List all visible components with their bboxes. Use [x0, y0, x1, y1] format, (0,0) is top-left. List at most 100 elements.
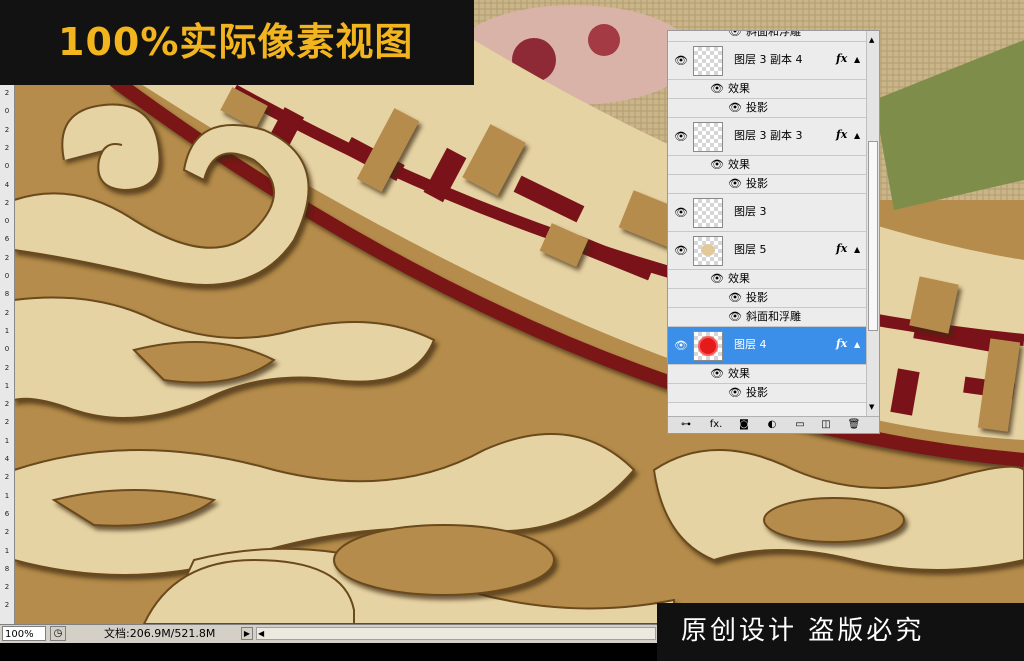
ruler-tick-label: 0	[4, 107, 10, 116]
fx-icon[interactable]: fx	[836, 52, 847, 66]
ruler-tick-label: 4	[4, 455, 10, 463]
ruler-tick-label: 2	[4, 198, 10, 207]
layer-name[interactable]: 图层 4	[734, 338, 767, 352]
effect-label: 效果	[728, 82, 750, 95]
visibility-eye-icon[interactable]: 👁	[728, 31, 742, 39]
visibility-eye-icon[interactable]: 👁	[674, 206, 688, 220]
zoom-level-field[interactable]: 100%	[2, 626, 46, 641]
fx-icon[interactable]: fx	[836, 242, 847, 256]
layer-thumbnail[interactable]	[693, 198, 723, 228]
layer-name[interactable]: 图层 5	[734, 243, 767, 257]
ruler-tick-label: 2	[4, 253, 10, 262]
effect-row[interactable]: 👁 投影	[668, 289, 866, 308]
effects-row[interactable]: 👁 效果	[668, 80, 866, 99]
layers-panel[interactable]: 👁 斜面和浮雕 👁 图层 3 副本 4 fx ▲ 👁 效果 👁 投影 👁 图层 3 副本 3 fx ▲ 👁 效…	[667, 30, 880, 434]
group-folder-icon[interactable]: ▭	[792, 418, 808, 432]
visibility-eye-icon[interactable]: 👁	[710, 367, 724, 381]
ruler-tick-label: 2	[4, 583, 10, 592]
scroll-up-arrow-icon[interactable]: ▲	[869, 33, 874, 47]
effects-row[interactable]: 👁 效果	[668, 365, 866, 384]
status-bar: 100% ◷ 文档:206.9M/521.8M ▶ ◀	[0, 624, 657, 643]
layers-panel-footer: ⊶ fx. ◙ ◐ ▭ ◫ 🗑	[668, 416, 879, 433]
layer-thumbnail[interactable]	[693, 331, 723, 361]
effect-label: 投影	[746, 177, 768, 190]
visibility-eye-icon[interactable]: 👁	[674, 244, 688, 258]
horizontal-scrollbar[interactable]	[256, 627, 656, 640]
visibility-eye-icon[interactable]: 👁	[674, 54, 688, 68]
link-icon[interactable]: ⊶	[678, 418, 694, 432]
visibility-eye-icon[interactable]: 👁	[674, 130, 688, 144]
layer-name[interactable]: 图层 3 副本 4	[734, 53, 803, 67]
layer-thumbnail[interactable]	[693, 122, 723, 152]
visibility-eye-icon[interactable]: 👁	[710, 158, 724, 172]
effects-row[interactable]: 👁 效果	[668, 270, 866, 289]
layers-list[interactable]: 👁 斜面和浮雕 👁 图层 3 副本 4 fx ▲ 👁 效果 👁 投影 👁 图层 3 副本 3 fx ▲ 👁 效…	[668, 31, 866, 416]
fx-icon[interactable]: fx	[836, 337, 847, 351]
layer-name[interactable]: 图层 3 副本 3	[734, 129, 803, 143]
visibility-eye-icon[interactable]: 👁	[728, 386, 742, 400]
ruler-tick-label: 2	[4, 308, 10, 317]
fx-icon[interactable]: fx.	[708, 418, 724, 432]
layer-row[interactable]: 👁 图层 3	[668, 194, 866, 232]
expand-effects-icon[interactable]: ▲	[854, 53, 860, 67]
effect-row[interactable]: 👁 投影	[668, 384, 866, 403]
expand-effects-icon[interactable]: ▲	[854, 129, 860, 143]
visibility-eye-icon[interactable]: 👁	[674, 339, 688, 353]
document-size-info: 文档:206.9M/521.8M	[104, 627, 216, 640]
visibility-eye-icon[interactable]: 👁	[710, 82, 724, 96]
fx-icon[interactable]: fx	[836, 128, 847, 142]
visibility-eye-icon[interactable]: 👁	[728, 310, 742, 324]
vertical-ruler[interactable]: 2 0 2 2 0 4 2 0 6 2 0 8 2 1 0 2 1 2 2 1 4 2 1 6 2 1 8 2 2	[0, 0, 15, 624]
layer-row[interactable]: 👁 图层 4 fx ▲	[668, 327, 866, 365]
adjustment-icon[interactable]: ◐	[764, 418, 780, 432]
effect-row[interactable]: 👁 投影	[668, 99, 866, 118]
effect-label: 斜面和浮雕	[746, 310, 801, 323]
visibility-eye-icon[interactable]: 👁	[710, 272, 724, 286]
ruler-tick-label: 8	[4, 564, 10, 573]
scroll-down-arrow-icon[interactable]: ▼	[869, 400, 874, 414]
ruler-tick-label: 2	[4, 89, 10, 97]
ruler-tick-label: 2	[4, 400, 10, 409]
ruler-tick-label: 2	[4, 473, 10, 482]
effect-row[interactable]: 👁 投影	[668, 175, 866, 194]
effect-label: 投影	[746, 386, 768, 399]
mask-icon[interactable]: ◙	[736, 418, 752, 432]
ruler-tick-label: 2	[4, 125, 10, 134]
new-layer-icon[interactable]: ◫	[818, 418, 834, 432]
layer-name[interactable]: 图层 3	[734, 205, 767, 219]
ruler-tick-label: 1	[4, 436, 10, 445]
expand-effects-icon[interactable]: ▲	[854, 338, 860, 352]
ruler-tick-label: 1	[4, 491, 10, 500]
ruler-tick-label: 2	[4, 601, 10, 610]
layer-row[interactable]: 👁 图层 3 副本 4 fx ▲	[668, 42, 866, 80]
effect-row-bevel-emboss[interactable]: 👁 斜面和浮雕	[668, 31, 866, 42]
zoom-preview-icon[interactable]: ◷	[50, 626, 66, 641]
ruler-tick-label: 8	[4, 290, 10, 299]
visibility-eye-icon[interactable]: 👁	[728, 101, 742, 115]
scroll-left-arrow-icon[interactable]: ◀	[258, 627, 264, 640]
ruler-tick-label: 1	[4, 546, 10, 555]
trash-icon[interactable]: 🗑	[846, 418, 862, 432]
effect-label: 投影	[746, 291, 768, 304]
status-menu-arrow-icon[interactable]: ▶	[241, 627, 253, 640]
effect-label: 投影	[746, 101, 768, 114]
ruler-tick-label: 2	[4, 143, 10, 152]
layer-thumbnail[interactable]	[693, 236, 723, 266]
layer-thumbnail[interactable]	[693, 46, 723, 76]
ruler-tick-label: 2	[4, 418, 10, 427]
layer-row[interactable]: 👁 图层 5 fx ▲	[668, 232, 866, 270]
ruler-tick-label: 1	[4, 381, 10, 390]
effects-row[interactable]: 👁 效果	[668, 156, 866, 175]
visibility-eye-icon[interactable]: 👁	[728, 291, 742, 305]
ruler-tick-label: 0	[4, 162, 10, 171]
layer-row[interactable]: 👁 图层 3 副本 3 fx ▲	[668, 118, 866, 156]
effect-row[interactable]: 👁 斜面和浮雕	[668, 308, 866, 327]
ruler-tick-label: 0	[4, 217, 10, 226]
layers-scrollbar[interactable]: ▲ ▼	[866, 31, 879, 416]
visibility-eye-icon[interactable]: 👁	[728, 177, 742, 191]
ruler-tick-label: 6	[4, 509, 10, 518]
ruler-tick-label: 0	[4, 272, 10, 280]
expand-effects-icon[interactable]: ▲	[854, 243, 860, 257]
ruler-tick-label: 1	[4, 326, 10, 335]
scroll-thumb[interactable]	[868, 141, 878, 331]
